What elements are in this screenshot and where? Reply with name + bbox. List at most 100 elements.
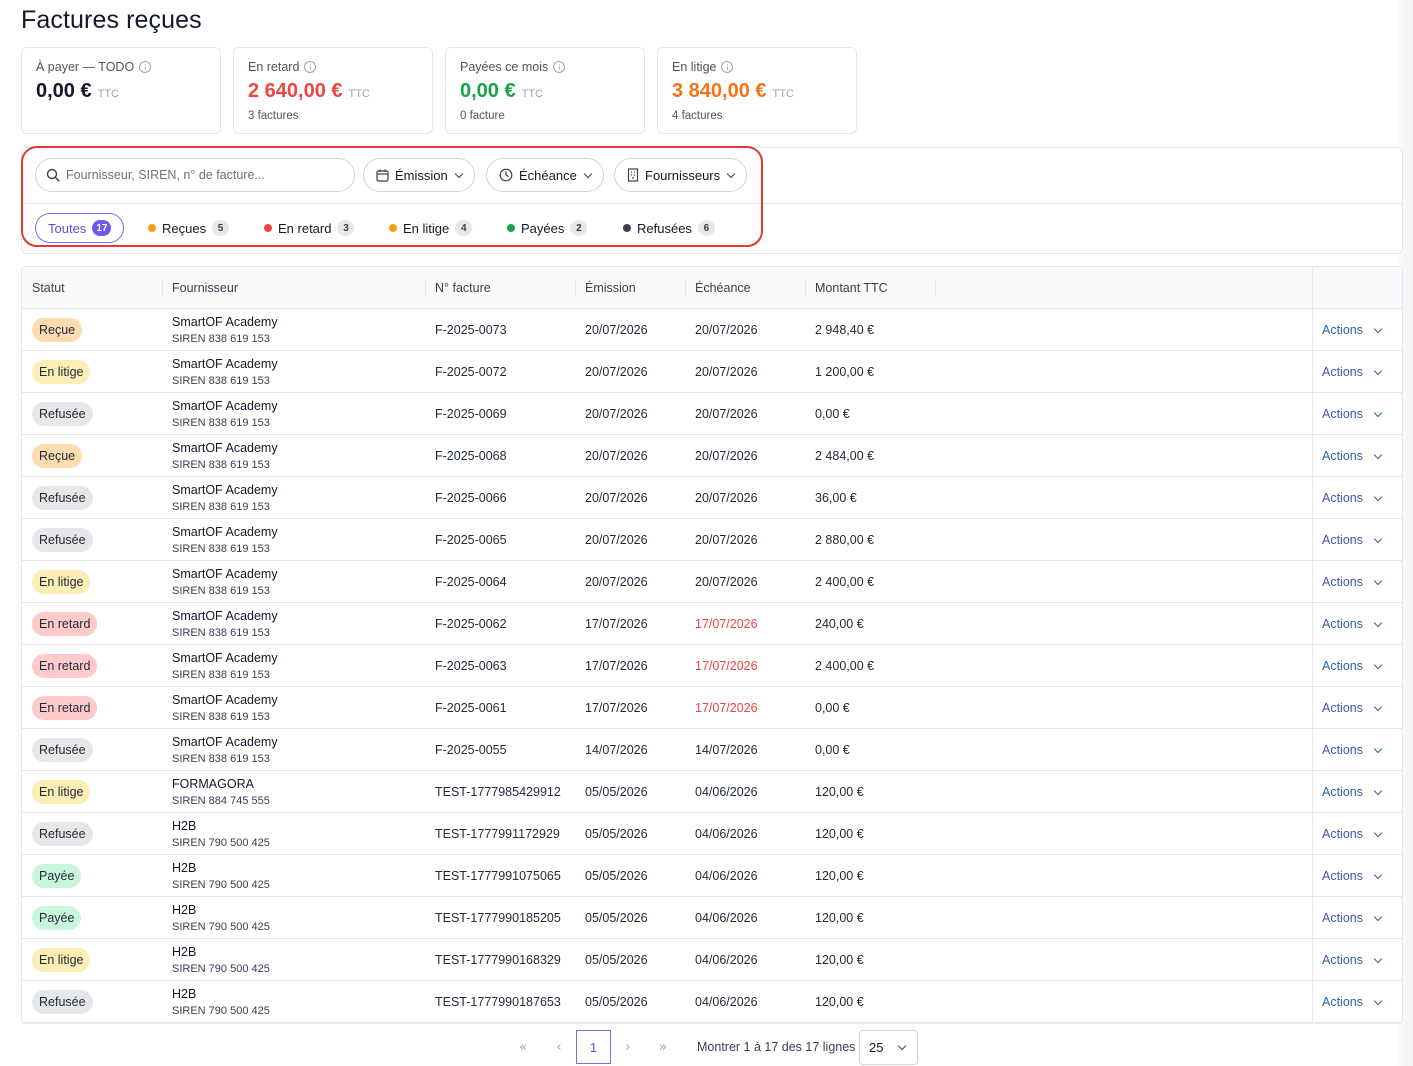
status-cell: Refusée bbox=[22, 519, 93, 561]
actions-dropdown[interactable]: Actions bbox=[1322, 729, 1383, 771]
actions-dropdown[interactable]: Actions bbox=[1322, 981, 1383, 1023]
search-box[interactable] bbox=[35, 158, 355, 192]
info-icon[interactable]: i bbox=[721, 61, 734, 73]
emission-date: 20/07/2026 bbox=[585, 575, 648, 589]
table-row[interactable]: En retard SmartOF Academy SIREN 838 619 15… bbox=[22, 645, 1402, 687]
actions-dropdown[interactable]: Actions bbox=[1322, 771, 1383, 813]
stat-label: À payer — TODO bbox=[36, 60, 135, 74]
tab-label: En litige bbox=[403, 220, 450, 236]
supplier-name: H2B bbox=[172, 861, 197, 875]
actions-dropdown[interactable]: Actions bbox=[1322, 603, 1383, 645]
suppliers-filter-label: Fournisseurs bbox=[645, 167, 721, 183]
table-row[interactable]: Reçue SmartOF Academy SIREN 838 619 153 F-2… bbox=[22, 435, 1402, 477]
table-row[interactable]: Payée H2B SIREN 790 500 425 TEST-1777990185… bbox=[22, 897, 1402, 939]
search-input[interactable] bbox=[66, 168, 336, 182]
tab-dispute[interactable]: En litige 4 bbox=[389, 213, 473, 243]
emission-date: 20/07/2026 bbox=[585, 365, 648, 379]
table-row[interactable]: Refusée SmartOF Academy SIREN 838 619 153 F… bbox=[22, 729, 1402, 771]
invoice-number: F-2025-0062 bbox=[435, 617, 507, 631]
stat-sub: 0 facture bbox=[460, 110, 505, 122]
column-header-emission[interactable]: Émission bbox=[575, 267, 636, 309]
actions-dropdown[interactable]: Actions bbox=[1322, 435, 1383, 477]
column-header-status[interactable]: Statut bbox=[22, 267, 65, 309]
invoice-number: F-2025-0069 bbox=[435, 407, 507, 421]
emission-filter-button[interactable]: Émission bbox=[363, 158, 475, 192]
table-row[interactable]: En litige FORMAGORA SIREN 884 745 555 TEST-… bbox=[22, 771, 1402, 813]
amount: 120,00 € bbox=[815, 995, 864, 1009]
table-row[interactable]: Refusée SmartOF Academy SIREN 838 619 153 F… bbox=[22, 519, 1402, 561]
info-icon[interactable]: i bbox=[139, 61, 152, 73]
info-icon[interactable]: i bbox=[553, 61, 566, 73]
echeance-filter-button[interactable]: Échéance bbox=[486, 158, 604, 192]
actions-dropdown[interactable]: Actions bbox=[1322, 645, 1383, 687]
actions-dropdown[interactable]: Actions bbox=[1322, 813, 1383, 855]
tab-late[interactable]: En retard 3 bbox=[264, 213, 355, 243]
status-badge: En litige bbox=[32, 570, 91, 594]
invoice-number: F-2025-0072 bbox=[435, 365, 507, 379]
status-cell: En litige bbox=[22, 561, 91, 603]
table-row[interactable]: En retard SmartOF Academy SIREN 838 619 15… bbox=[22, 603, 1402, 645]
table-row[interactable]: En litige SmartOF Academy SIREN 838 619 15… bbox=[22, 351, 1402, 393]
actions-dropdown[interactable]: Actions bbox=[1322, 519, 1383, 561]
actions-label: Actions bbox=[1322, 491, 1363, 505]
page-title: Factures reçues bbox=[21, 6, 202, 34]
tab-paid[interactable]: Payées 2 bbox=[507, 213, 588, 243]
status-badge: En litige bbox=[32, 948, 91, 972]
table-row[interactable]: En litige H2B SIREN 790 500 425 TEST-177799… bbox=[22, 939, 1402, 981]
actions-dropdown[interactable]: Actions bbox=[1322, 855, 1383, 897]
actions-dropdown[interactable]: Actions bbox=[1322, 939, 1383, 981]
supplier-siren: SIREN 838 619 153 bbox=[172, 375, 270, 387]
supplier-cell: SmartOF Academy SIREN 838 619 153 bbox=[162, 393, 278, 435]
supplier-siren: SIREN 838 619 153 bbox=[172, 543, 270, 555]
emission-date: 14/07/2026 bbox=[585, 743, 648, 757]
tab-received[interactable]: Reçues 5 bbox=[148, 213, 230, 243]
supplier-name: H2B bbox=[172, 903, 197, 917]
suppliers-filter-button[interactable]: Fournisseurs bbox=[614, 158, 748, 192]
tab-refused[interactable]: Refusées 6 bbox=[623, 213, 715, 243]
table-row[interactable]: En litige SmartOF Academy SIREN 838 619 15… bbox=[22, 561, 1402, 603]
supplier-name: FORMAGORA bbox=[172, 777, 254, 791]
due-date: 20/07/2026 bbox=[695, 575, 758, 589]
actions-label: Actions bbox=[1322, 869, 1363, 883]
status-cell: Payée bbox=[22, 897, 82, 939]
supplier-cell: FORMAGORA SIREN 884 745 555 bbox=[162, 771, 270, 813]
table-row[interactable]: Refusée H2B SIREN 790 500 425 TEST-17779911… bbox=[22, 813, 1402, 855]
table-row[interactable]: Reçue SmartOF Academy SIREN 838 619 153 F-2… bbox=[22, 309, 1402, 351]
page-size-value: 25 bbox=[869, 1040, 884, 1055]
page-1-button[interactable]: 1 bbox=[576, 1030, 611, 1064]
status-badge: Refusée bbox=[32, 990, 93, 1014]
status-cell: En retard bbox=[22, 687, 98, 729]
actions-dropdown[interactable]: Actions bbox=[1322, 309, 1383, 351]
actions-dropdown[interactable]: Actions bbox=[1322, 561, 1383, 603]
tab-all[interactable]: Toutes 17 bbox=[35, 213, 125, 243]
actions-dropdown[interactable]: Actions bbox=[1322, 687, 1383, 729]
column-header-supplier[interactable]: Fournisseur bbox=[162, 267, 238, 309]
first-page-button[interactable]: « bbox=[509, 1030, 537, 1064]
table-row[interactable]: Refusée H2B SIREN 790 500 425 TEST-17779901… bbox=[22, 981, 1402, 1023]
info-icon[interactable]: i bbox=[304, 61, 317, 73]
table-row[interactable]: Refusée SmartOF Academy SIREN 838 619 153 F… bbox=[22, 393, 1402, 435]
amount: 120,00 € bbox=[815, 785, 864, 799]
status-badge: Refusée bbox=[32, 528, 93, 552]
column-separator bbox=[935, 279, 936, 297]
actions-dropdown[interactable]: Actions bbox=[1322, 477, 1383, 519]
table-row[interactable]: Payée H2B SIREN 790 500 425 TEST-1777991075… bbox=[22, 855, 1402, 897]
actions-dropdown[interactable]: Actions bbox=[1322, 897, 1383, 939]
next-page-button[interactable]: › bbox=[614, 1030, 642, 1064]
actions-dropdown[interactable]: Actions bbox=[1322, 351, 1383, 393]
supplier-name: SmartOF Academy bbox=[172, 567, 278, 581]
supplier-cell: SmartOF Academy SIREN 838 619 153 bbox=[162, 561, 278, 603]
column-header-amount[interactable]: Montant TTC bbox=[805, 267, 888, 309]
amount: 120,00 € bbox=[815, 869, 864, 883]
last-page-button[interactable]: » bbox=[649, 1030, 677, 1064]
previous-page-button[interactable]: ‹ bbox=[545, 1030, 573, 1064]
chevron-down-icon bbox=[1373, 996, 1383, 1005]
tab-count: 6 bbox=[697, 220, 715, 236]
page-size-select[interactable]: 25 bbox=[859, 1030, 918, 1065]
actions-dropdown[interactable]: Actions bbox=[1322, 393, 1383, 435]
tab-count: 2 bbox=[570, 220, 588, 236]
column-header-due-date[interactable]: Échéance bbox=[685, 267, 751, 309]
table-row[interactable]: Refusée SmartOF Academy SIREN 838 619 153 F… bbox=[22, 477, 1402, 519]
table-row[interactable]: En retard SmartOF Academy SIREN 838 619 15… bbox=[22, 687, 1402, 729]
column-header-invoice-number[interactable]: N° facture bbox=[425, 267, 491, 309]
